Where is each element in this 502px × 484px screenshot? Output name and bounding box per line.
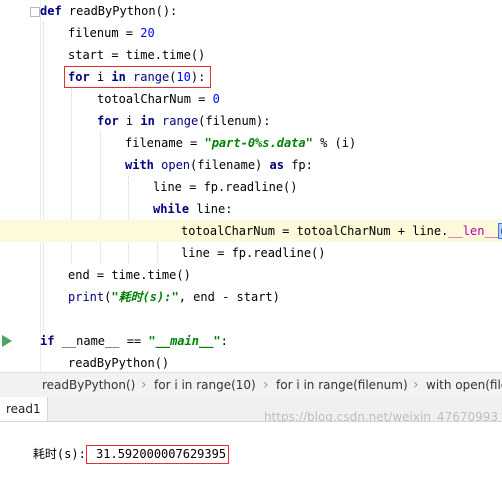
code-token: "part-0%s.data" [204,136,313,150]
code-text: while line: [153,198,232,220]
code-token: : [220,334,228,348]
code-line[interactable]: start = time.time() [0,44,502,66]
code-line[interactable]: if __name__ == "__main__": [0,330,502,352]
code-line[interactable]: with open(filename) as fp: [0,154,502,176]
code-token: in [140,114,163,128]
code-token: "__main__" [148,334,221,348]
code-line[interactable]: def readByPython(): [0,0,502,22]
code-token: totoalCharNum = [97,92,213,106]
breadcrumb-separator-icon: › [141,377,147,393]
console-line: 耗时(s): 31.592000007629395 [4,424,230,484]
code-line[interactable]: filenum = 20 [0,22,502,44]
breadcrumb-item[interactable]: for i in range(10) [154,373,256,397]
code-token: % (i) [312,136,357,150]
code-token: def [40,4,69,18]
code-token: while [153,202,197,216]
code-token: fp: [291,158,313,172]
code-token: open [161,158,191,172]
code-line[interactable] [0,308,502,330]
code-text: filename = "part-0%s.data" % (i) [125,132,356,154]
code-token: line = fp.readline() [181,246,326,260]
code-token: (filenum): [198,114,271,128]
breadcrumb-separator-icon: › [413,377,419,393]
code-token: start = time.time() [68,48,206,62]
code-token: 20 [140,26,155,40]
code-line[interactable]: totoalCharNum = totoalCharNum + line.__l… [0,220,502,242]
code-token: end = time.time() [68,268,191,282]
code-text: end = time.time() [68,264,191,286]
code-line[interactable]: for i in range(filenum): [0,110,502,132]
code-text: if __name__ == "__main__": [40,330,228,352]
code-text: with open(filename) as fp: [125,154,313,176]
code-text: totoalCharNum = totoalCharNum + line.__l… [181,220,502,242]
code-line[interactable]: line = fp.readline() [0,242,502,264]
code-token: 0 [212,92,220,106]
code-token: __len__ [448,224,499,238]
breadcrumb-item[interactable]: for i in range(filenum) [276,373,408,397]
console-output[interactable]: 耗时(s): 31.592000007629395 [0,422,502,464]
code-token: "耗时(s):" [111,290,179,304]
run-gutter-icon[interactable] [2,335,12,347]
code-text: def readByPython(): [40,0,177,22]
output-value: 31.592000007629395 [85,445,230,464]
code-token: line: [196,202,233,216]
fold-toggle-icon[interactable] [30,7,40,17]
code-line[interactable]: while line: [0,198,502,220]
code-token: i [125,114,141,128]
code-token: readByPython(): [68,4,178,18]
code-text: filenum = 20 [68,22,155,44]
code-token: , end - start) [178,290,280,304]
code-text: readByPython() [68,352,169,372]
code-text: totoalCharNum = 0 [97,88,220,110]
code-line[interactable]: line = fp.readline() [0,176,502,198]
output-label: 耗时(s): [32,447,86,461]
code-line[interactable]: filename = "part-0%s.data" % (i) [0,132,502,154]
code-line[interactable]: totoalCharNum = 0 [0,88,502,110]
code-token: totoalCharNum = totoalCharNum + line. [181,224,449,238]
code-line[interactable]: print("耗时(s):", end - start) [0,286,502,308]
run-tab[interactable]: read1 [0,397,48,421]
code-text: print("耗时(s):", end - start) [68,286,280,308]
code-token: filename = [125,136,205,150]
code-token: line = fp.readline() [153,180,298,194]
code-token: (filename) [190,158,270,172]
code-token: if [40,334,62,348]
code-line[interactable]: readByPython() [0,352,502,372]
code-text: start = time.time() [68,44,205,66]
code-token: as [269,158,292,172]
breadcrumb-separator-icon: › [263,377,269,393]
code-text: line = fp.readline() [181,242,326,264]
code-token: filenum = [68,26,141,40]
code-token: for [97,114,126,128]
code-token: print [68,290,105,304]
code-text: line = fp.readline() [153,176,298,198]
code-token: range [162,114,199,128]
highlight-box-for-loop [64,66,211,88]
code-editor[interactable]: def readByPython(): filenum = 20 start = t… [0,0,502,372]
code-text: for i in range(filenum): [97,110,270,132]
code-token: __name__ == [61,334,149,348]
code-line[interactable]: end = time.time() [0,264,502,286]
breadcrumb: readByPython() › for i in range(10) › fo… [0,372,502,398]
breadcrumb-item[interactable]: readByPython() [42,373,135,397]
breadcrumb-item[interactable]: with open(file [426,373,502,397]
code-token: readByPython() [68,356,170,370]
code-token: with [125,158,162,172]
